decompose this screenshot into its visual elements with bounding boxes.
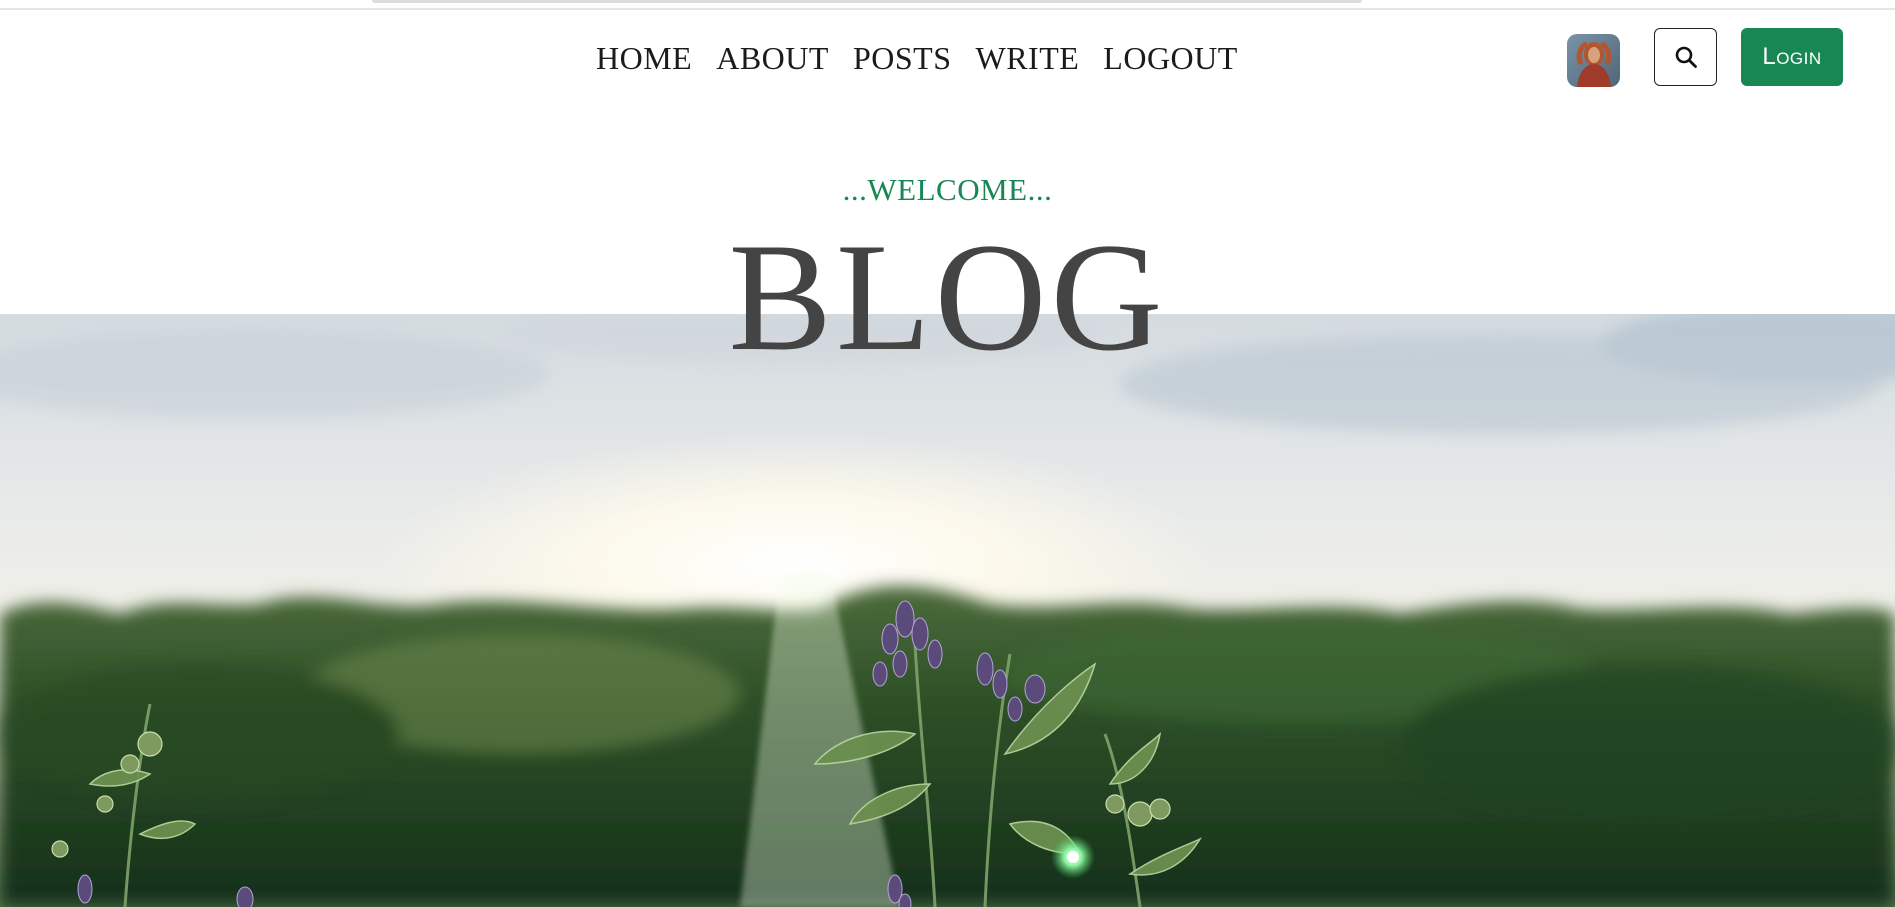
avatar[interactable] <box>1567 34 1620 87</box>
hero-heading: ...WELCOME... BLOG <box>0 170 1895 383</box>
search-icon <box>1675 46 1697 68</box>
nav-home[interactable]: HOME <box>596 38 692 78</box>
nav-write[interactable]: WRITE <box>975 38 1079 78</box>
nav-about[interactable]: ABOUT <box>716 38 829 78</box>
nav-posts[interactable]: POSTS <box>853 38 952 78</box>
welcome-tagline: ...WELCOME... <box>842 172 1053 207</box>
profile-photo-icon <box>1567 34 1620 87</box>
main-nav: HOME ABOUT POSTS WRITE LOGOUT <box>596 38 1238 78</box>
top-navbar: HOME ABOUT POSTS WRITE LOGOUT Login <box>0 10 1895 105</box>
nav-logout[interactable]: LOGOUT <box>1103 38 1238 78</box>
search-button[interactable] <box>1654 28 1717 86</box>
hero-banner-image <box>0 314 1895 907</box>
page-title: BLOG <box>728 211 1167 383</box>
meadow-sunset-image <box>0 314 1895 907</box>
login-button[interactable]: Login <box>1741 28 1843 86</box>
browser-scroll-edge <box>372 0 1362 3</box>
